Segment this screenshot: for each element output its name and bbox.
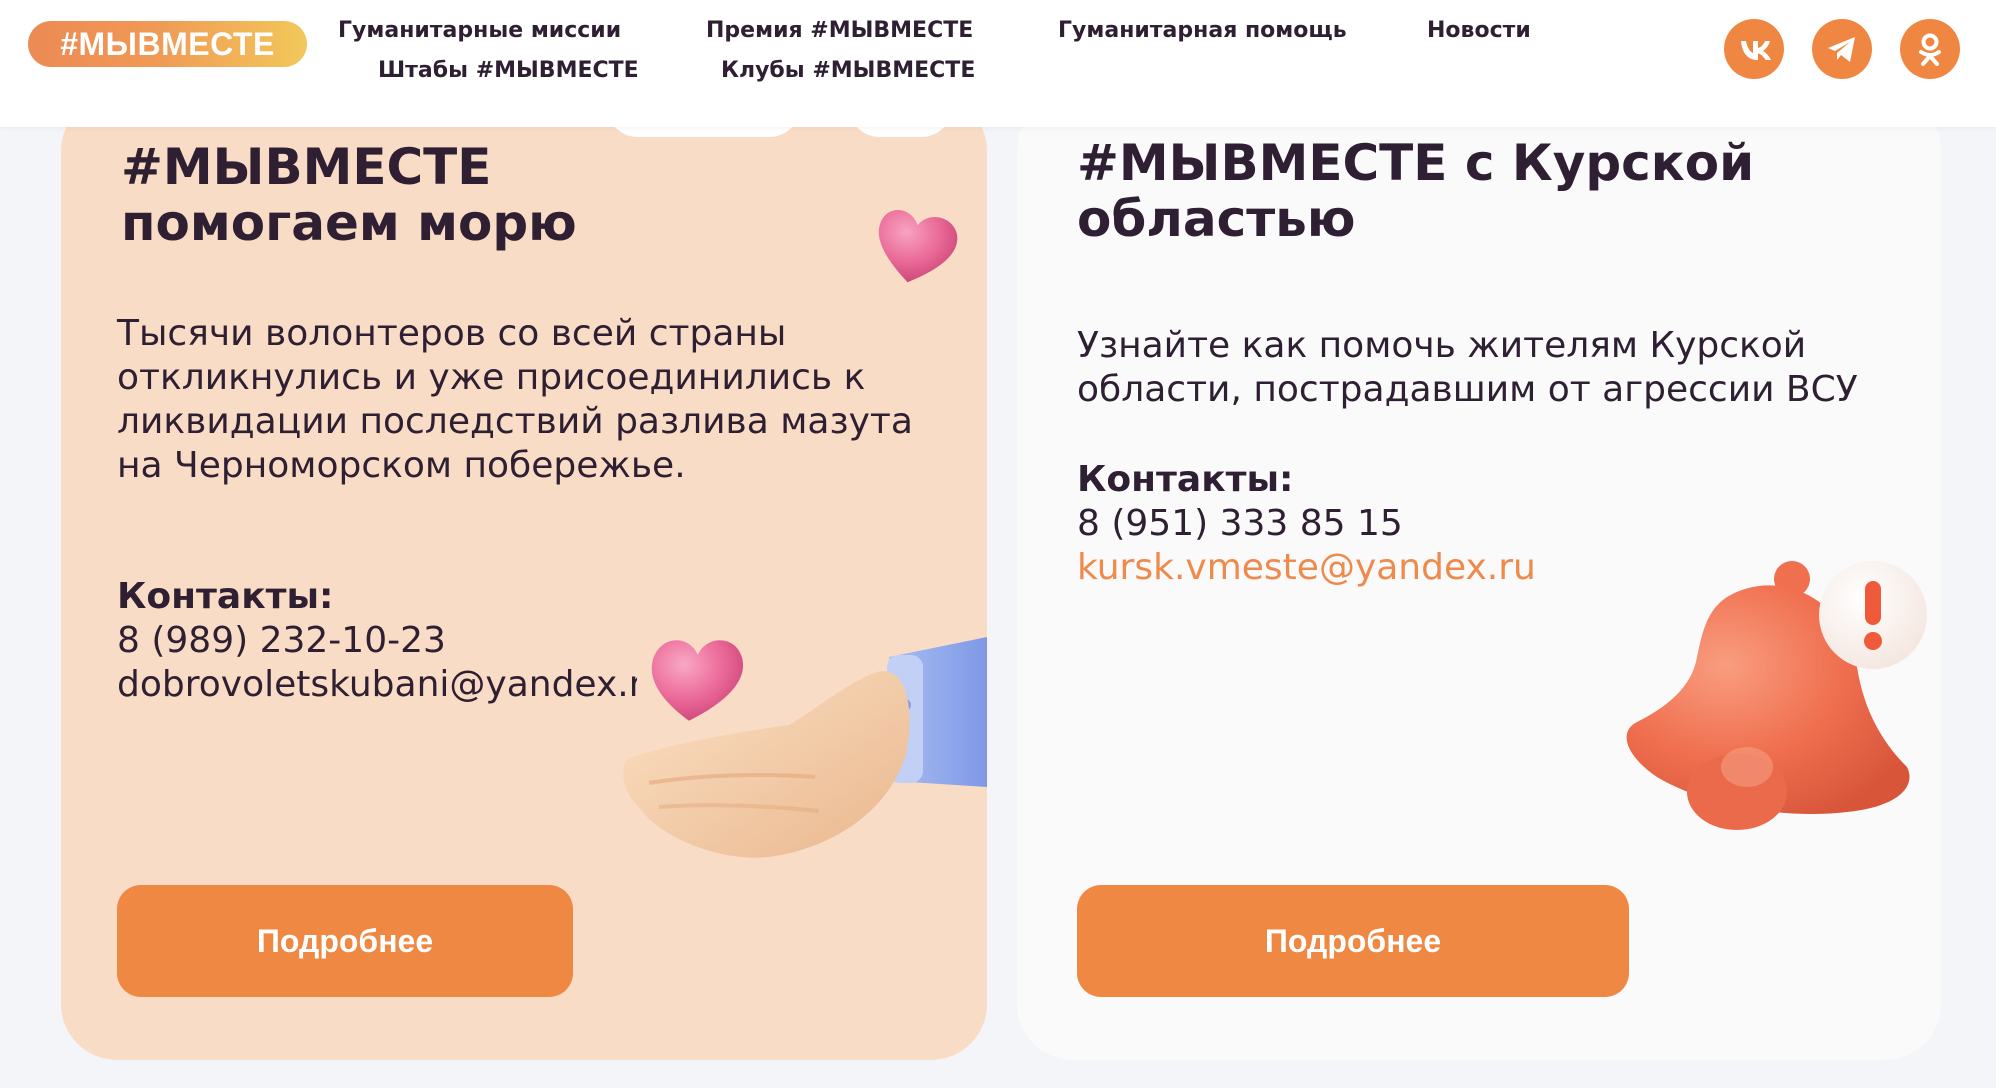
telegram-icon[interactable] xyxy=(1812,19,1872,79)
more-button[interactable]: Подробнее xyxy=(117,885,573,997)
nav-humanitarian-aid[interactable]: Гуманитарная помощь xyxy=(1058,17,1347,45)
contacts-label: Контакты: xyxy=(117,576,334,617)
site-header: #МЫВМЕСТЕ Гуманитарные миссии Премия #МЫ… xyxy=(0,0,1996,127)
nav-humanitarian-missions[interactable]: Гуманитарные миссии xyxy=(338,17,621,45)
more-button[interactable]: Подробнее xyxy=(1077,885,1629,997)
vk-icon[interactable] xyxy=(1724,19,1784,79)
hand-with-heart-illustration xyxy=(623,637,987,858)
site-logo[interactable]: #МЫВМЕСТЕ xyxy=(28,21,307,67)
card-title: #МЫВМЕСТЕ помогаем морю xyxy=(121,138,577,252)
nav-clubs[interactable]: Клубы #МЫВМЕСТЕ xyxy=(721,57,975,85)
contact-email[interactable]: kursk.vmeste@yandex.ru xyxy=(1077,546,1536,590)
card-sea-help: #МЫВМЕСТЕ помогаем морю Тысячи волонтеро… xyxy=(61,95,987,1060)
nav-headquarters[interactable]: Штабы #МЫВМЕСТЕ xyxy=(378,57,639,85)
nav-news[interactable]: Новости xyxy=(1427,17,1531,45)
nav-award[interactable]: Премия #МЫВМЕСТЕ xyxy=(706,17,973,45)
card-description: Узнайте как помочь жителям Курской облас… xyxy=(1077,325,1858,410)
contact-phone: 8 (951) 333 85 15 xyxy=(1077,503,1403,544)
odnoklassniki-icon[interactable] xyxy=(1900,19,1960,79)
card-kursk: #МЫВМЕСТЕ с Курской областью Узнайте как… xyxy=(1017,95,1941,1060)
card-title: #МЫВМЕСТЕ с Курской областью xyxy=(1077,134,1755,248)
contacts-label: Контакты: xyxy=(1077,459,1294,500)
heart-icon xyxy=(878,210,958,283)
contact-email[interactable]: dobrovoletskubani@yandex.ru xyxy=(117,663,637,707)
card-description: Тысячи волонтеров со всей страны откликн… xyxy=(117,313,913,486)
contact-phone: 8 (989) 232-10-23 xyxy=(117,620,446,661)
bell-icon xyxy=(1626,561,1927,830)
